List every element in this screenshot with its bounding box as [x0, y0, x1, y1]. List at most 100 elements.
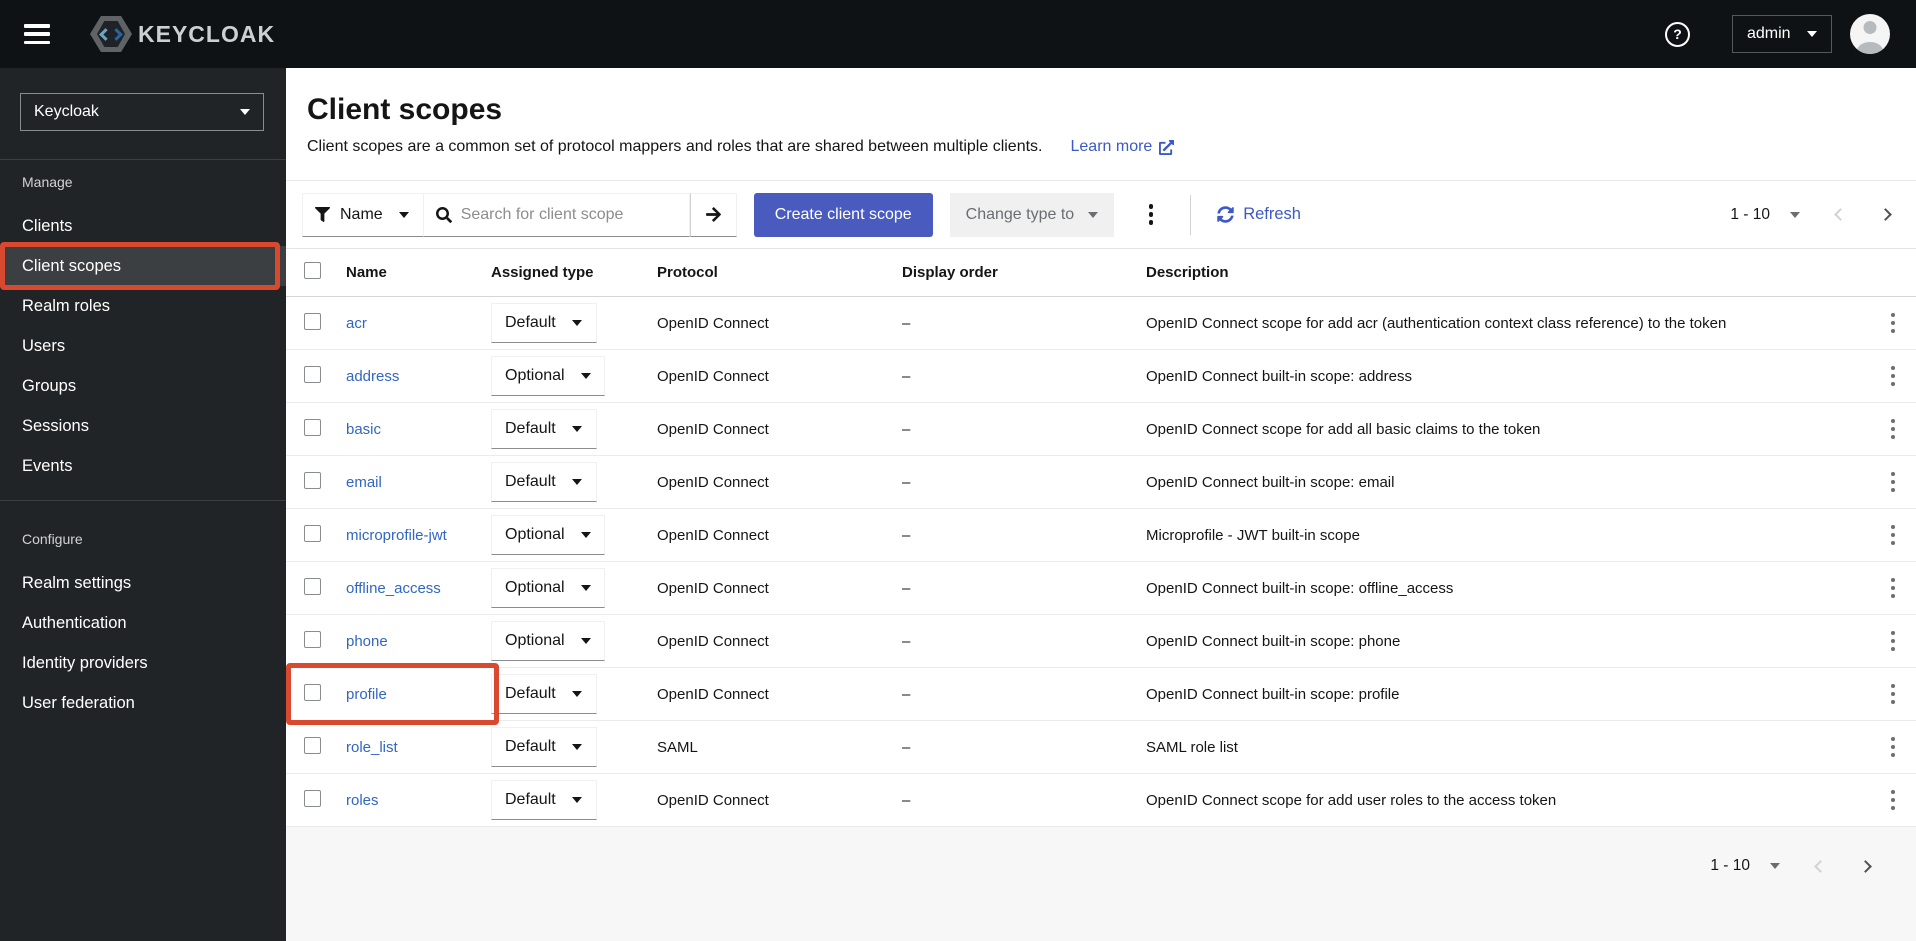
change-type-dropdown[interactable]: Change type to [949, 192, 1115, 237]
prev-page-button-bottom[interactable] [1814, 859, 1827, 874]
scope-name-link[interactable]: address [346, 368, 399, 385]
row-checkbox[interactable] [304, 418, 321, 436]
chevron-right-icon [1859, 859, 1872, 873]
chevron-down-icon [1790, 211, 1800, 218]
sidebar-item-user-federation[interactable]: User federation [0, 683, 286, 723]
row-kebab-menu[interactable] [1876, 568, 1910, 608]
sidebar-item-client-scopes[interactable]: Client scopes [0, 242, 286, 290]
row-kebab-menu[interactable] [1876, 780, 1910, 820]
sidebar-item-realm-settings[interactable]: Realm settings [0, 563, 286, 603]
scope-name-link[interactable]: basic [346, 421, 381, 438]
scope-name-link[interactable]: email [346, 474, 382, 491]
realm-select-dropdown[interactable]: Keycloak [20, 93, 264, 131]
row-checkbox[interactable] [304, 630, 321, 648]
protocol-cell: OpenID Connect [657, 791, 769, 809]
scope-name-link[interactable]: acr [346, 315, 367, 332]
user-menu-dropdown[interactable]: admin [1732, 15, 1832, 53]
scope-name-link[interactable]: phone [346, 633, 388, 650]
row-kebab-menu[interactable] [1876, 621, 1910, 661]
create-client-scope-button[interactable]: Create client scope [753, 192, 933, 237]
assigned-type-select[interactable]: Optional [491, 356, 605, 396]
nav-sections: Manage Clients Client scopes Realm roles Us… [0, 174, 286, 737]
display-order-cell: – [902, 526, 911, 544]
scope-name-link[interactable]: profile [346, 686, 387, 703]
per-page-dropdown[interactable]: 1 - 10 [1730, 206, 1800, 224]
sidebar-item-authentication[interactable]: Authentication [0, 603, 286, 643]
sidebar-item-events[interactable]: Events [0, 446, 286, 486]
nav-toggle-button[interactable] [24, 24, 50, 44]
sidebar-item-users[interactable]: Users [0, 326, 286, 366]
chevron-down-icon [580, 373, 591, 379]
next-page-button-bottom[interactable] [1859, 859, 1872, 874]
table-header: Name Assigned type Protocol Display orde… [286, 249, 1916, 297]
assigned-type-select[interactable]: Default [491, 674, 597, 714]
description-cell: OpenID Connect built-in scope: offline_a… [1146, 579, 1454, 597]
search-submit-button[interactable] [689, 192, 737, 237]
assigned-type-select[interactable]: Default [491, 780, 597, 820]
sidebar-item-identity-providers[interactable]: Identity providers [0, 643, 286, 683]
filter-type-dropdown[interactable]: Name [302, 192, 424, 237]
display-order-cell: – [902, 367, 911, 385]
sidebar-item-sessions[interactable]: Sessions [0, 406, 286, 446]
search-input[interactable] [460, 205, 661, 224]
nav-section-label: Configure [22, 531, 83, 547]
row-kebab-menu[interactable] [1876, 515, 1910, 555]
assigned-type-select[interactable]: Default [491, 727, 597, 767]
row-kebab-menu[interactable] [1876, 674, 1910, 714]
row-kebab-menu[interactable] [1876, 356, 1910, 396]
sidebar-item-groups[interactable]: Groups [0, 366, 286, 406]
assigned-type-select[interactable]: Default [491, 462, 597, 502]
assigned-type-value: Default [505, 791, 556, 808]
chevron-down-icon [1088, 211, 1099, 218]
row-checkbox[interactable] [304, 577, 321, 595]
prev-page-button[interactable] [1834, 207, 1847, 222]
table-row: phone Optional OpenID Connect – OpenID C… [286, 615, 1916, 668]
chevron-down-icon [580, 585, 591, 591]
scope-name-link[interactable]: role_list [346, 739, 398, 756]
row-kebab-menu[interactable] [1876, 462, 1910, 502]
row-kebab-menu[interactable] [1876, 303, 1910, 343]
row-kebab-menu[interactable] [1876, 727, 1910, 767]
refresh-button[interactable]: Refresh [1217, 205, 1301, 224]
row-checkbox[interactable] [304, 471, 321, 489]
help-icon[interactable]: ? [1665, 21, 1690, 47]
bottom-bar: 1 - 10 [286, 827, 1916, 875]
assigned-type-value: Default [505, 314, 556, 331]
kebab-icon [1890, 790, 1896, 809]
row-checkbox[interactable] [304, 524, 321, 542]
display-order-cell: – [902, 420, 911, 438]
assigned-type-select[interactable]: Default [491, 409, 597, 449]
scope-name-link[interactable]: microprofile-jwt [346, 527, 447, 544]
scope-name-link[interactable]: roles [346, 792, 379, 809]
per-page-dropdown-bottom[interactable]: 1 - 10 [1710, 857, 1780, 875]
description-cell: OpenID Connect scope for add user roles … [1146, 791, 1557, 809]
search-box [423, 192, 690, 237]
chevron-left-icon [1814, 859, 1827, 873]
scope-name-link[interactable]: offline_access [346, 580, 441, 597]
assigned-type-value: Default [505, 473, 556, 490]
next-page-button[interactable] [1879, 207, 1892, 222]
sidebar-item-realm-roles[interactable]: Realm roles [0, 286, 286, 326]
kebab-icon [1890, 313, 1896, 332]
assigned-type-select[interactable]: Optional [491, 621, 605, 661]
row-kebab-menu[interactable] [1876, 409, 1910, 449]
learn-more-link[interactable]: Learn more [1071, 138, 1175, 156]
row-checkbox[interactable] [304, 312, 321, 330]
protocol-cell: OpenID Connect [657, 367, 769, 385]
row-checkbox[interactable] [304, 736, 321, 754]
assigned-type-value: Optional [505, 526, 565, 543]
toolbar-kebab-menu[interactable] [1134, 195, 1168, 235]
sidebar-item-clients[interactable]: Clients [0, 206, 286, 246]
row-checkbox[interactable] [304, 789, 321, 807]
assigned-type-select[interactable]: Default [491, 303, 597, 343]
kebab-icon [1890, 684, 1896, 703]
assigned-type-select[interactable]: Optional [491, 515, 605, 555]
avatar[interactable] [1850, 14, 1890, 54]
assigned-type-select[interactable]: Optional [491, 568, 605, 608]
select-all-checkbox[interactable] [304, 262, 321, 279]
description-cell: OpenID Connect built-in scope: address [1146, 367, 1412, 385]
page-title: Client scopes [307, 93, 503, 126]
table-row: offline_access Optional OpenID Connect –… [286, 562, 1916, 615]
row-checkbox[interactable] [304, 683, 321, 701]
row-checkbox[interactable] [304, 365, 321, 383]
